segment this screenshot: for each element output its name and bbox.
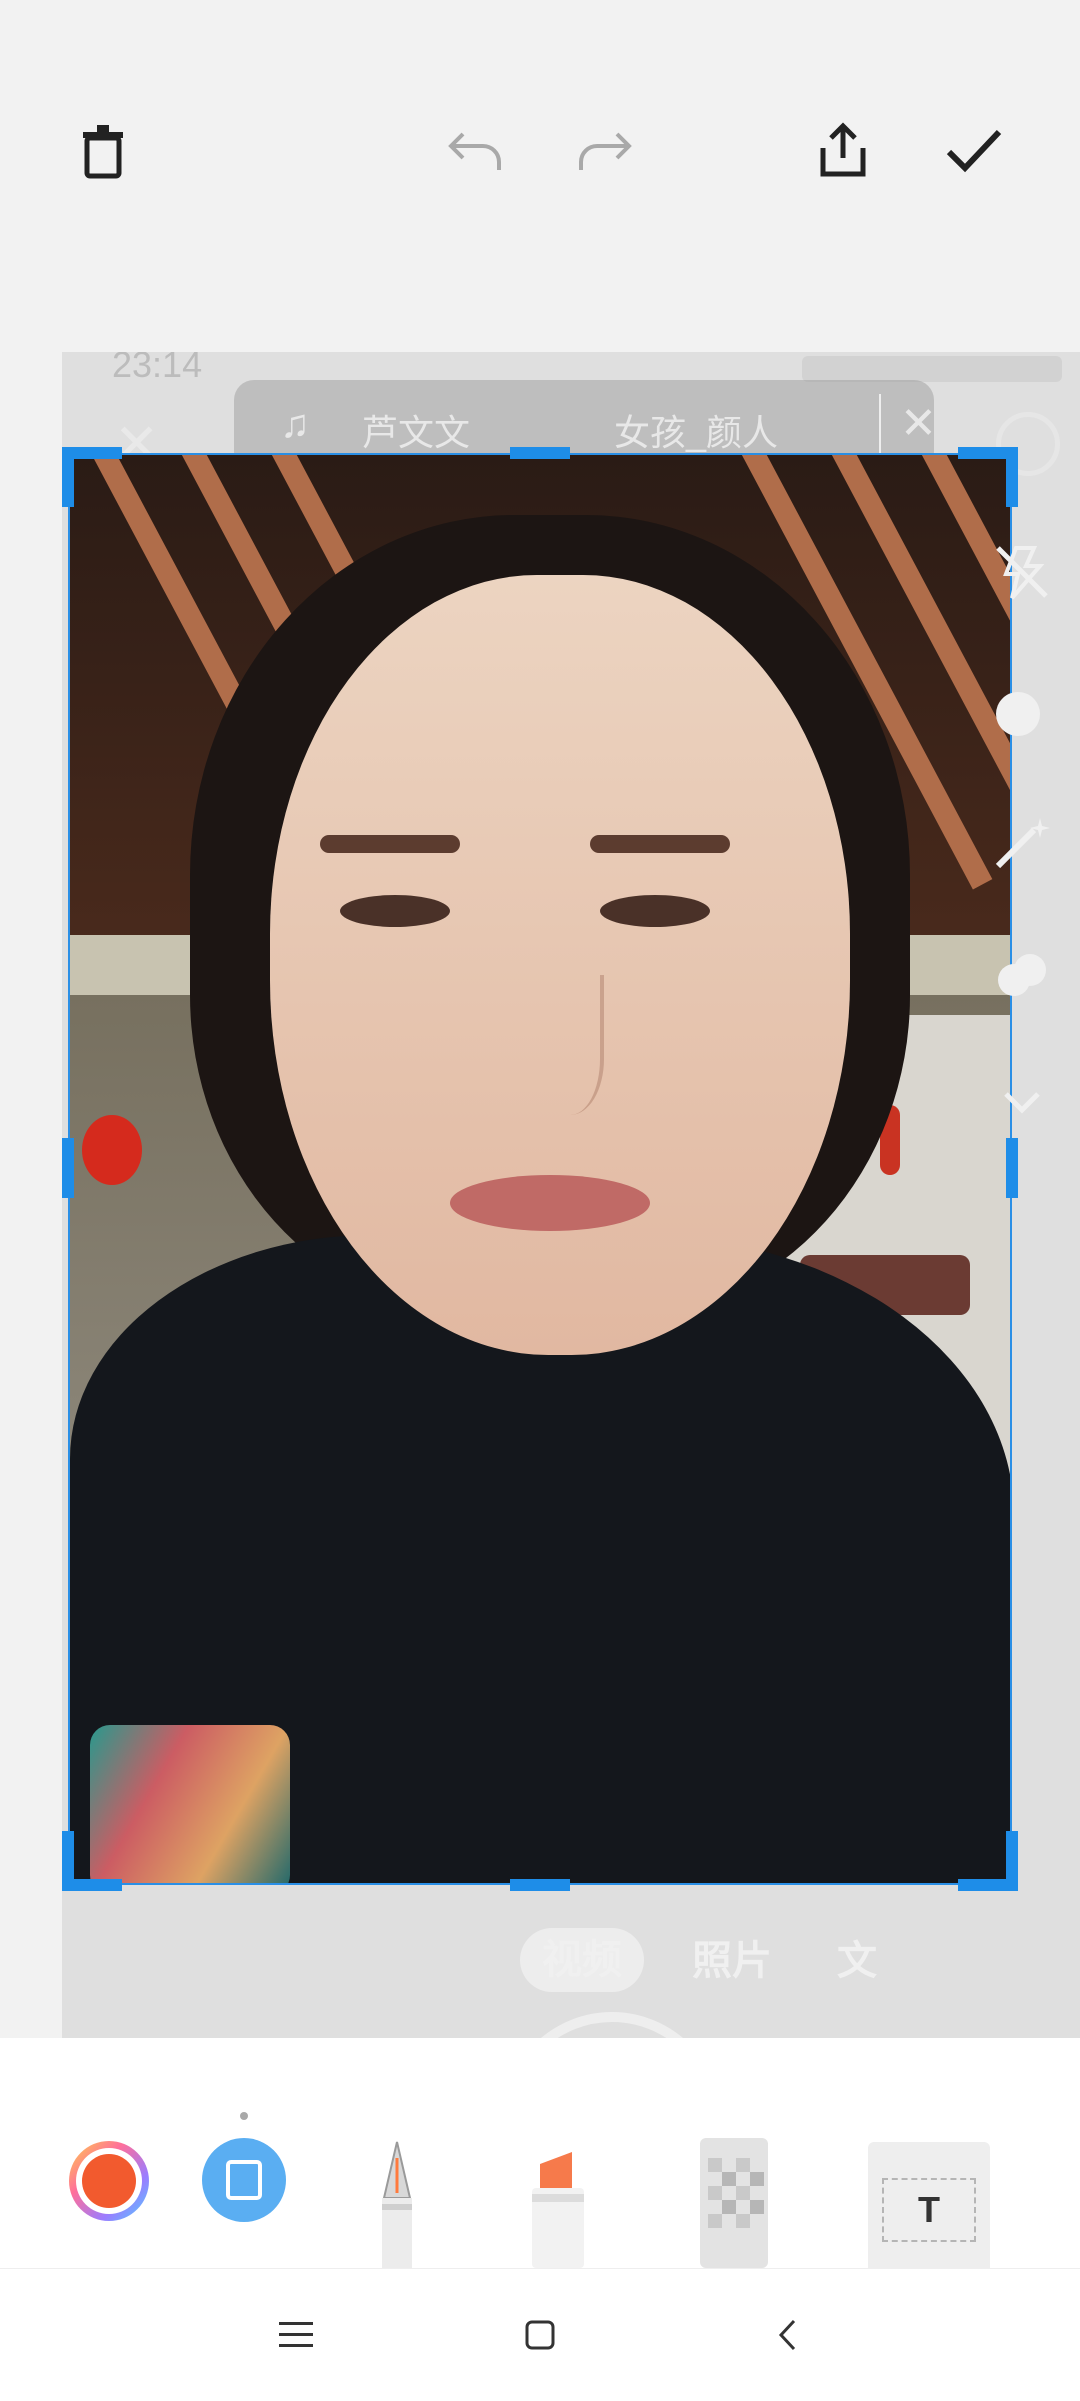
redo-icon — [579, 132, 632, 170]
chevron-down-icon — [1004, 1092, 1040, 1114]
eyebrow — [590, 835, 730, 853]
shirt-print — [90, 1725, 290, 1883]
eyebrow — [320, 835, 460, 853]
shutter-button-partial — [502, 2012, 722, 2038]
music-song: 女孩_颜人 — [614, 412, 779, 453]
crop-handle-right[interactable] — [1006, 1138, 1018, 1198]
divider — [879, 394, 881, 458]
crop-handle-top-left[interactable] — [62, 447, 74, 507]
home-button[interactable] — [510, 2305, 570, 2365]
fountain-pen-icon — [382, 2141, 412, 2268]
nose — [520, 975, 604, 1115]
back-chevron-icon — [778, 2319, 796, 2351]
highlighter-tool-button[interactable] — [518, 2138, 598, 2268]
music-artist: 芦文文 — [362, 412, 471, 453]
mode-tab-photo: 照片 — [692, 1939, 772, 1983]
trash-icon — [83, 125, 123, 179]
side-tools — [990, 520, 1070, 1160]
eye — [600, 895, 710, 927]
eye — [340, 895, 450, 927]
confirm-button[interactable] — [928, 105, 1018, 195]
flash-off-icon — [996, 546, 1048, 600]
crop-handle-bottom[interactable] — [510, 1879, 570, 1891]
crop-handle-bottom-right[interactable] — [1006, 1831, 1018, 1891]
crop-handle-top[interactable] — [510, 447, 570, 459]
check-icon — [946, 129, 1002, 173]
music-note-icon: ♫ — [280, 402, 310, 446]
text-tool-button[interactable]: T — [868, 2142, 990, 2268]
shape-tool-button[interactable] — [202, 2138, 286, 2222]
status-icons — [802, 356, 1062, 382]
mode-tabs: 视频 照片 文 — [62, 1912, 1080, 2002]
top-toolbar — [0, 0, 1080, 300]
color-wheel-icon — [69, 2141, 149, 2221]
text-box-frame: T — [882, 2178, 976, 2242]
system-navbar — [0, 2268, 1080, 2401]
red-lantern — [82, 1115, 142, 1185]
undo-icon — [448, 132, 501, 170]
mosaic-icon — [700, 2138, 768, 2268]
close-icon: ✕ — [900, 399, 937, 448]
filter-icon — [998, 954, 1046, 996]
delete-button[interactable] — [58, 105, 148, 195]
bottom-toolbar: T — [0, 2038, 1080, 2268]
status-time: 23:14 — [112, 352, 203, 385]
timer-icon — [996, 692, 1040, 736]
undo-button[interactable] — [430, 105, 520, 195]
menu-button[interactable] — [266, 2305, 326, 2365]
selection-dot — [240, 2112, 248, 2120]
home-square-icon — [525, 2320, 555, 2350]
crop-handle-top-right[interactable] — [1006, 447, 1018, 507]
back-button[interactable] — [758, 2305, 818, 2365]
crop-area[interactable] — [68, 453, 1012, 1885]
square-shape-icon — [202, 2138, 286, 2222]
menu-icon — [279, 2322, 313, 2347]
redo-button[interactable] — [560, 105, 650, 195]
crop-handle-left[interactable] — [62, 1138, 74, 1198]
mode-tab-text: 文 — [837, 1939, 877, 1983]
mode-tab-video: 视频 — [520, 1928, 644, 1992]
color-picker-button[interactable] — [66, 2138, 152, 2224]
highlighter-icon — [532, 2152, 584, 2268]
photo — [70, 455, 1010, 1883]
face — [270, 575, 850, 1355]
mosaic-tool-button[interactable] — [696, 2138, 772, 2268]
share-icon — [820, 122, 866, 177]
crop-handle-bottom-left[interactable] — [62, 1831, 74, 1891]
share-button[interactable] — [798, 105, 888, 195]
magic-wand-icon — [995, 818, 1050, 869]
pen-tool-button[interactable] — [362, 2138, 432, 2268]
mouth — [450, 1175, 650, 1231]
text-tool-label: T — [918, 2189, 940, 2230]
